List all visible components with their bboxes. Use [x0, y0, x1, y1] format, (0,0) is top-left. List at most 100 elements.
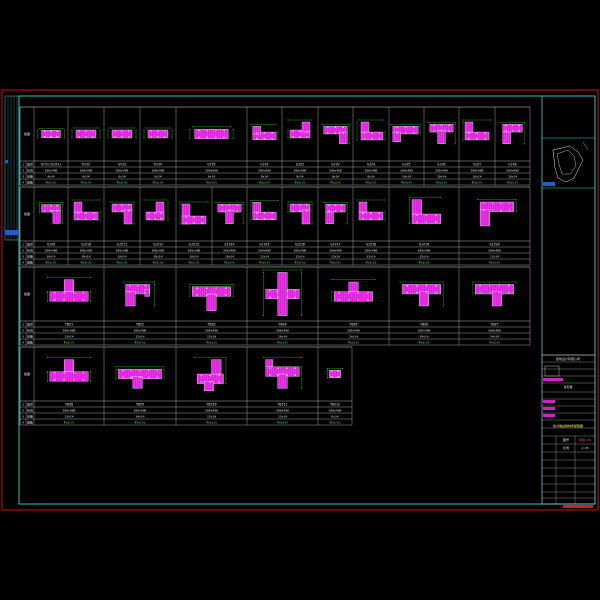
column-rebar: 10x14 [225, 255, 234, 259]
column-stirrup: Φ8@100 [206, 181, 217, 185]
dimension-tick [500, 121, 502, 123]
dimension-tick [242, 201, 244, 203]
section-row-label: 截面 [24, 291, 30, 296]
column-rebar: 8x14 [261, 175, 268, 179]
rebar-dot [185, 216, 187, 218]
rebar-dot [263, 137, 266, 140]
column-name: GJZ10 [81, 243, 91, 247]
dimension-tick [321, 123, 323, 125]
rebar-dot [121, 136, 123, 138]
rebar-dot [223, 129, 225, 132]
rebar-dot [53, 299, 56, 301]
wall-section [360, 121, 370, 133]
column-stirrup: Φ8@100 [489, 261, 500, 265]
rebar-dot [78, 130, 81, 132]
dimension-tick [225, 383, 227, 385]
dimension-tick [109, 201, 111, 203]
rebar-dot [305, 204, 308, 206]
dimension-tick [61, 202, 63, 204]
column-name: YBZ8 [65, 403, 73, 407]
column-name: GJZ3 [331, 163, 339, 167]
dimension-tick [419, 133, 421, 135]
rebar-dot [406, 291, 408, 294]
rebar-dot [334, 204, 337, 207]
table-row-label: 编号 [27, 322, 33, 327]
rebar-dot [130, 369, 133, 372]
dimension-tick [287, 211, 289, 213]
dimension-tick [311, 203, 313, 205]
rebar-dot [122, 376, 124, 379]
dimension-tick [323, 201, 325, 203]
column-elevation: 200x400 [276, 409, 289, 413]
rebar-dot [416, 221, 418, 223]
dimension-tick [37, 129, 39, 131]
rebar-dot [82, 299, 85, 301]
table-row-label: 纵筋 [27, 334, 33, 339]
column-stirrup: Φ8@100 [277, 421, 288, 425]
dimension-tick [346, 203, 348, 205]
section-row-label: 截面 [24, 211, 30, 216]
rebar-dot [440, 130, 443, 132]
column-stirrup: Φ8@100 [472, 181, 483, 185]
dimension-tick [331, 300, 333, 302]
table-row-index: 3 [22, 175, 24, 179]
rebar-dot [193, 216, 195, 218]
dimension-tick [442, 305, 444, 307]
column-stirrup: Φ8@100 [206, 341, 217, 345]
dimension-tick [262, 315, 264, 317]
column-name: YBZ4 [278, 323, 286, 327]
rebar-dot [341, 204, 343, 207]
rebar-dot [327, 126, 329, 129]
rebar-dot [163, 136, 166, 138]
rebar-dot [269, 296, 271, 299]
column-name: GJZ8 [508, 163, 516, 167]
rebar-dot [294, 289, 296, 292]
column-elevation: 200x400 [276, 329, 289, 333]
column-name: YBZ10 [206, 403, 216, 407]
column-rebar: 10x14 [437, 175, 446, 179]
rebar-dot [136, 291, 139, 294]
rebar-dot [209, 381, 211, 383]
dimension-tick [39, 211, 41, 213]
dimension-tick [462, 119, 464, 121]
column-stirrup: Φ8@100 [366, 261, 377, 265]
column-elevation: 200x400 [435, 169, 448, 173]
dimension-tick [63, 129, 65, 131]
rebar-dot [362, 212, 364, 214]
dimension-tick [39, 127, 41, 129]
table-row-label: 纵筋 [27, 174, 33, 179]
dimension-tick [46, 356, 48, 358]
rebar-dot [201, 222, 203, 224]
rebar-dot [121, 204, 123, 206]
dimension-tick [225, 359, 227, 361]
column-elevation: 200x400 [63, 409, 76, 413]
column-stirrup: Φ8@100 [46, 261, 57, 265]
rebar-dot [357, 292, 359, 294]
rebar-dot [228, 204, 231, 207]
column-stirrup: Φ8@100 [348, 341, 359, 345]
dimension-tick [189, 283, 191, 285]
stamp-mark [543, 414, 555, 417]
rebar-dot [196, 287, 198, 289]
dimension-tick [384, 199, 386, 201]
scale-label: 比例 [563, 445, 569, 450]
dimension-tick [115, 368, 117, 370]
rebar-dot [371, 132, 373, 134]
rebar-dot [435, 214, 437, 217]
column-elevation: 200x400 [488, 329, 501, 333]
column-stirrup: Φ8@100 [419, 261, 430, 265]
dimension-tick [342, 367, 344, 369]
dimension-tick [189, 286, 191, 288]
wall-section [339, 131, 348, 144]
dimension-tick [427, 121, 429, 123]
column-rebar: 6x14 [154, 175, 161, 179]
rebar-dot [50, 135, 52, 138]
rebar-dot [508, 291, 510, 294]
column-stirrup: Φ8@100 [277, 341, 288, 345]
rebar-dot [483, 202, 485, 205]
key-plan-tag [543, 182, 555, 186]
dimension-tick [73, 127, 75, 129]
rebar-dot [114, 136, 117, 138]
column-elevation: 200x400 [116, 249, 129, 253]
dimension-tick [107, 137, 109, 139]
